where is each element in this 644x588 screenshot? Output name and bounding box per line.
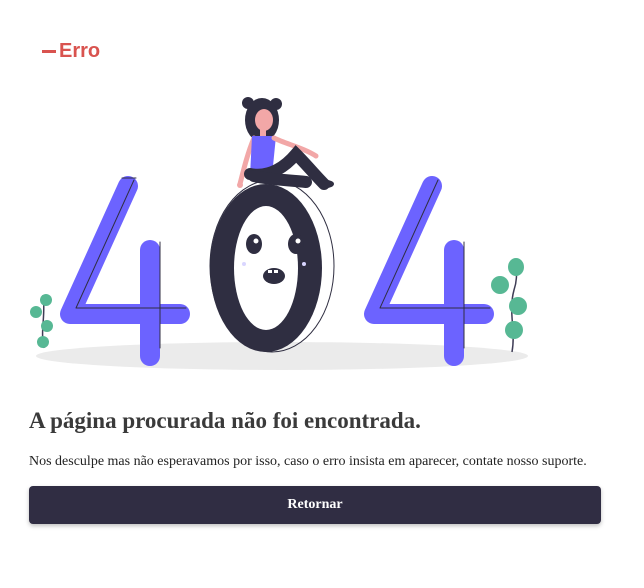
- girl-figure: [237, 97, 334, 190]
- digit-4-left: [60, 176, 190, 366]
- digit-0-face: [209, 179, 335, 353]
- error-message: Nos desculpe mas não esperavamos por iss…: [29, 454, 587, 469]
- left-plant-icon: [30, 294, 53, 349]
- error-dash-icon: [42, 50, 56, 53]
- page-title: A página procurada não foi encontrada.: [29, 408, 421, 433]
- return-button[interactable]: Retornar: [29, 486, 601, 524]
- 404-illustration: [30, 97, 528, 370]
- error-label: Erro: [59, 40, 101, 62]
- right-plant-icon: [491, 258, 527, 353]
- digit-4-right: [364, 176, 494, 366]
- error-heading: Erro: [42, 39, 100, 63]
